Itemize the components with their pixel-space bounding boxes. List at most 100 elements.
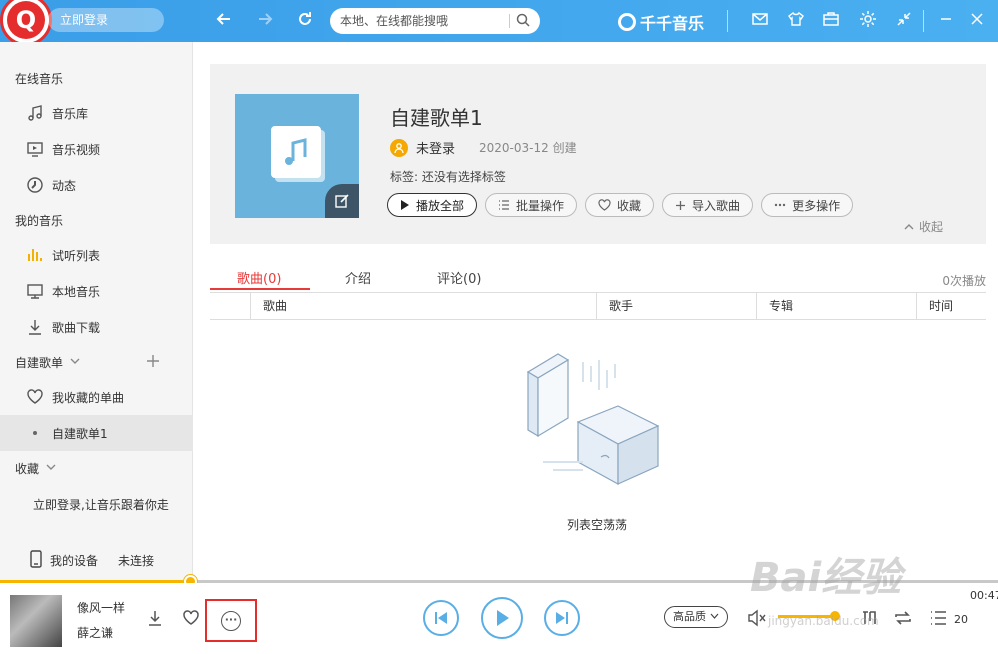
button-label: 更多操作	[792, 198, 841, 213]
edit-icon[interactable]	[325, 184, 359, 218]
sidebar-item-label: 自建歌单1	[52, 426, 108, 441]
refresh-icon[interactable]	[293, 9, 317, 33]
sidebar-item-music-library[interactable]: 音乐库	[0, 95, 193, 131]
sidebar-item-trial-list[interactable]: 试听列表	[0, 237, 193, 273]
sidebar-item-label: 我收藏的单曲	[52, 390, 125, 405]
feed-icon	[26, 176, 44, 194]
queue-count: 20	[954, 613, 968, 626]
heart-icon[interactable]	[180, 609, 202, 631]
gear-icon[interactable]	[857, 10, 879, 32]
player-bar: 像风一样 薛之谦 ··· 高品质 00:47 20	[0, 583, 998, 654]
collapse-button[interactable]: 收起	[903, 218, 943, 235]
sidebar-item-fav-songs[interactable]: 我收藏的单曲	[0, 379, 193, 415]
playlist-tags[interactable]: 标签: 还没有选择标签	[390, 168, 506, 185]
monitor-play-icon	[26, 140, 44, 158]
bars-icon	[26, 246, 44, 264]
mail-icon[interactable]	[749, 10, 771, 32]
more-actions-button[interactable]: 更多操作	[761, 193, 854, 217]
arrow-right-icon[interactable]	[253, 9, 277, 33]
play-button[interactable]	[481, 597, 523, 639]
lyrics-icon[interactable]	[858, 609, 880, 631]
playlist-actions: 播放全部 批量操作 收藏 导入歌曲 更多操作	[387, 193, 854, 217]
tab-intro[interactable]: 介绍	[345, 268, 371, 287]
play-all-button[interactable]: 播放全部	[387, 193, 478, 217]
created-date: 2020-03-12 创建	[479, 141, 577, 155]
login-prompt-link[interactable]: 立即登录,让音乐跟着你走	[33, 496, 169, 513]
bullet-dot	[26, 424, 44, 442]
top-divider-2	[923, 10, 924, 32]
volume-slider[interactable]	[778, 615, 835, 618]
volume-handle[interactable]	[830, 611, 840, 621]
playback-time: 00:47	[970, 589, 998, 602]
sidebar-item-label: 音乐视频	[52, 142, 101, 157]
search-input[interactable]	[340, 14, 503, 28]
chevron-down-icon	[710, 613, 718, 619]
brand-q-icon	[618, 13, 636, 31]
owner-name[interactable]: 未登录	[416, 138, 455, 157]
my-device[interactable]: 我的设备 未连接	[30, 550, 154, 571]
playlist-title: 自建歌单1	[390, 106, 483, 130]
add-playlist-icon[interactable]	[146, 352, 160, 373]
now-playing-title[interactable]: 像风一样	[77, 599, 125, 616]
now-playing-artist[interactable]: 薛之谦	[77, 624, 113, 641]
sidebar-item-custom-playlist-1[interactable]: 自建歌单1	[0, 415, 193, 451]
user-avatar-icon[interactable]	[390, 138, 408, 157]
more-icon[interactable]: ···	[221, 611, 241, 631]
search-divider	[509, 14, 510, 28]
playlist-queue-icon[interactable]	[927, 609, 949, 631]
phone-icon	[30, 550, 42, 571]
close-icon[interactable]	[966, 10, 988, 32]
tab-comments[interactable]: 评论(0)	[437, 268, 481, 287]
download-icon	[26, 318, 44, 336]
chevron-up-icon	[904, 223, 914, 229]
toolbox-icon[interactable]	[820, 10, 842, 32]
arrow-left-icon[interactable]	[212, 9, 236, 33]
section-my-music: 我的音乐	[15, 214, 64, 228]
top-divider	[727, 10, 728, 32]
favorite-button[interactable]: 收藏	[585, 193, 655, 217]
column-song[interactable]: 歌曲	[250, 293, 596, 319]
search-icon[interactable]	[516, 13, 530, 30]
sidebar-item-downloads[interactable]: 歌曲下载	[0, 309, 193, 345]
download-icon[interactable]	[144, 609, 166, 631]
ellipsis-icon	[774, 203, 786, 207]
skip-forward-icon	[556, 612, 568, 624]
playlist-cover	[235, 94, 359, 218]
brand: 千千音乐	[618, 10, 704, 34]
volume-mute-icon[interactable]	[746, 609, 768, 631]
sidebar-item-label: 音乐库	[52, 106, 89, 121]
app-logo[interactable]: Q	[0, 0, 52, 46]
login-button[interactable]: 立即登录	[48, 8, 164, 32]
skin-icon[interactable]	[785, 10, 807, 32]
logo-mark: Q	[7, 1, 45, 39]
main-content: 自建歌单1 未登录 2020-03-12 创建 标签: 还没有选择标签 播放全部…	[193, 42, 998, 580]
tab-songs[interactable]: 歌曲(0)	[237, 268, 281, 287]
next-button[interactable]	[544, 600, 580, 636]
sidebar-item-local-music[interactable]: 本地音乐	[0, 273, 193, 309]
sidebar-item-feed[interactable]: 动态	[0, 167, 193, 203]
minimize-icon[interactable]	[935, 10, 957, 32]
batch-operation-button[interactable]: 批量操作	[485, 193, 578, 217]
section-online-music: 在线音乐	[15, 72, 64, 86]
section-custom-playlists[interactable]: 自建歌单	[15, 354, 81, 371]
album-art[interactable]	[10, 595, 62, 647]
playlist-owner-row: 未登录 2020-03-12 创建	[390, 138, 577, 157]
import-songs-button[interactable]: 导入歌曲	[662, 193, 754, 217]
column-index	[210, 293, 250, 319]
sidebar-item-label: 试听列表	[52, 248, 101, 263]
device-status: 未连接	[118, 554, 155, 568]
sidebar-item-label: 动态	[52, 178, 77, 193]
quality-selector[interactable]: 高品质	[664, 606, 728, 628]
minimize-mode-icon[interactable]	[893, 10, 915, 32]
previous-button[interactable]	[423, 600, 459, 636]
empty-list-text: 列表空荡荡	[567, 518, 628, 532]
repeat-icon[interactable]	[892, 609, 914, 631]
column-artist[interactable]: 歌手	[596, 293, 756, 319]
section-collection[interactable]: 收藏	[15, 460, 57, 477]
sidebar-item-music-video[interactable]: 音乐视频	[0, 131, 193, 167]
chevron-down-icon	[45, 461, 57, 476]
column-album[interactable]: 专辑	[756, 293, 916, 319]
quality-label: 高品质	[673, 610, 706, 623]
empty-list-illustration	[523, 352, 683, 492]
column-time[interactable]: 时间	[916, 293, 986, 319]
